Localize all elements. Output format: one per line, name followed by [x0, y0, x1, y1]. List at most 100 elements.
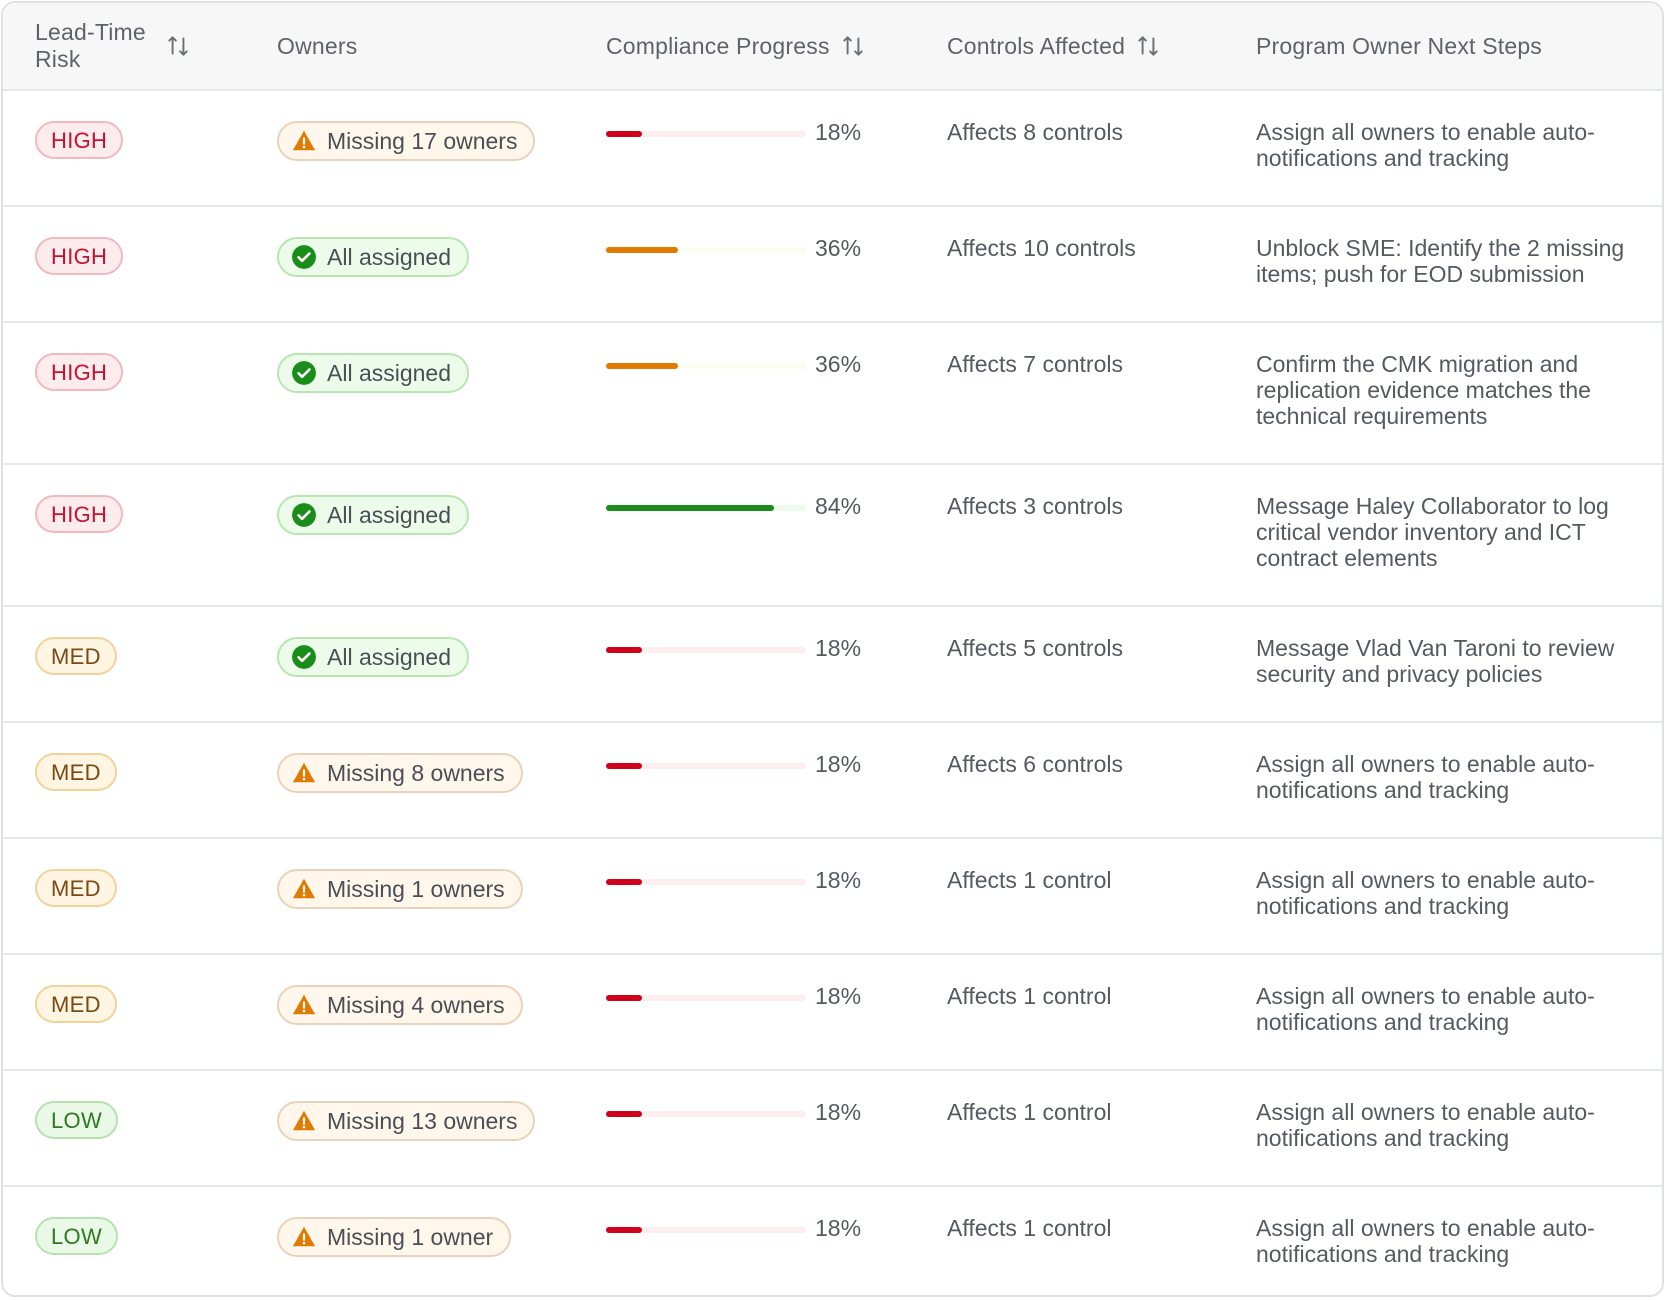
risk-badge: MED — [35, 985, 117, 1023]
compliance-progress-label: 18% — [815, 1099, 862, 1125]
column-header-owners: Owners — [277, 3, 577, 89]
controls-affected: Affects 1 control — [947, 1099, 1112, 1125]
table-row[interactable]: MED Missing 1 owners 18% Affects 1 control A… — [3, 839, 1662, 955]
controls-affected: Affects 1 control — [947, 983, 1112, 1009]
compliance-progress-bar — [606, 505, 806, 511]
compliance-progress-fill — [606, 131, 642, 137]
controls-affected: Affects 1 control — [947, 867, 1112, 893]
warning-icon — [292, 994, 316, 1015]
owners-status-badge[interactable]: All assigned — [277, 495, 470, 535]
next-step-text: Assign all owners to enable auto-notific… — [1256, 751, 1595, 803]
compliance-progress-bar — [606, 879, 806, 885]
column-header-progress[interactable]: Compliance Progress — [606, 3, 926, 89]
table-row[interactable]: LOW Missing 1 owner 18% Affects 1 control As… — [3, 1187, 1662, 1295]
compliance-progress-fill — [606, 363, 678, 369]
next-step-text: Confirm the CMK migration and replicatio… — [1256, 351, 1591, 429]
column-header-next-steps: Program Owner Next Steps — [1256, 3, 1656, 89]
risk-badge: LOW — [35, 1101, 119, 1139]
table-row[interactable]: MED All assigned 18% Affects 5 controls Mess… — [3, 607, 1662, 723]
risk-badge: HIGH — [35, 237, 124, 275]
compliance-progress-fill — [606, 247, 678, 253]
column-header-controls-label: Controls Affected — [947, 32, 1126, 59]
compliance-progress-fill — [606, 879, 642, 885]
compliance-progress-fill — [606, 647, 642, 653]
compliance-progress-fill — [606, 505, 774, 511]
sort-icon[interactable] — [1135, 33, 1161, 59]
column-header-next-steps-label: Program Owner Next Steps — [1256, 32, 1543, 59]
table-row[interactable]: MED Missing 4 owners 18% Affects 1 control A… — [3, 955, 1662, 1071]
owners-status-label: Missing 8 owners — [327, 760, 505, 786]
owners-status-label: All assigned — [327, 502, 452, 528]
warning-icon — [292, 878, 316, 899]
table-row[interactable]: LOW Missing 13 owners 18% Affects 1 control… — [3, 1071, 1662, 1187]
controls-affected: Affects 7 controls — [947, 351, 1123, 377]
table-row[interactable]: MED Missing 8 owners 18% Affects 6 controls… — [3, 723, 1662, 839]
next-step-text: Assign all owners to enable auto-notific… — [1256, 983, 1595, 1035]
column-header-risk-label: Lead-Time Risk — [35, 19, 146, 72]
owners-status-badge[interactable]: All assigned — [277, 237, 470, 277]
compliance-progress-bar — [606, 1111, 806, 1117]
table-row[interactable]: HIGH All assigned 36% Affects 10 controls Un… — [3, 207, 1662, 323]
table-row[interactable]: HIGH All assigned 84% Affects 3 controls Mes… — [3, 465, 1662, 607]
next-step-text: Message Haley Collaborator to log critic… — [1256, 493, 1609, 571]
owners-status-badge[interactable]: Missing 1 owner — [277, 1217, 512, 1257]
owners-status-badge[interactable]: Missing 13 owners — [277, 1101, 536, 1141]
table-row[interactable]: HIGH All assigned 36% Affects 7 controls Con… — [3, 323, 1662, 465]
owners-status-badge[interactable]: Missing 1 owners — [277, 869, 523, 909]
risk-badge: MED — [35, 637, 117, 675]
compliance-progress-label: 18% — [815, 1215, 862, 1241]
warning-icon — [292, 1226, 316, 1247]
owners-status-badge[interactable]: All assigned — [277, 353, 470, 393]
column-header-risk[interactable]: Lead-Time Risk — [35, 3, 255, 89]
owners-status-badge[interactable]: Missing 8 owners — [277, 753, 523, 793]
risk-badge: MED — [35, 869, 117, 907]
compliance-progress-bar — [606, 247, 806, 253]
check-circle-icon — [292, 645, 316, 669]
owners-status-label: All assigned — [327, 644, 452, 670]
risk-badge: HIGH — [35, 121, 124, 159]
controls-affected: Affects 8 controls — [947, 119, 1123, 145]
next-step-text: Message Vlad Van Taroni to review securi… — [1256, 635, 1615, 687]
risk-badge: MED — [35, 753, 117, 791]
compliance-table: Lead-Time Risk Owners Compliance Progres… — [1, 1, 1664, 1297]
compliance-progress-fill — [606, 763, 642, 769]
owners-status-badge[interactable]: All assigned — [277, 637, 470, 677]
next-step-text: Assign all owners to enable auto-notific… — [1256, 1099, 1595, 1151]
column-header-progress-label: Compliance Progress — [606, 32, 830, 59]
next-step-text: Assign all owners to enable auto-notific… — [1256, 119, 1595, 171]
column-header-controls[interactable]: Controls Affected — [947, 3, 1247, 89]
next-step-text: Assign all owners to enable auto-notific… — [1256, 867, 1595, 919]
compliance-progress-bar — [606, 647, 806, 653]
sort-icon[interactable] — [165, 33, 191, 59]
compliance-progress-label: 18% — [815, 119, 862, 145]
risk-badge: HIGH — [35, 495, 124, 533]
compliance-progress-label: 36% — [815, 351, 862, 377]
owners-status-badge[interactable]: Missing 4 owners — [277, 985, 523, 1025]
controls-affected: Affects 5 controls — [947, 635, 1123, 661]
risk-badge: HIGH — [35, 353, 124, 391]
owners-status-label: Missing 17 owners — [327, 128, 518, 154]
check-circle-icon — [292, 361, 316, 385]
owners-status-label: Missing 4 owners — [327, 992, 505, 1018]
risk-badge: LOW — [35, 1217, 119, 1255]
next-step-text: Unblock SME: Identify the 2 missing item… — [1256, 235, 1625, 287]
warning-icon — [292, 130, 316, 151]
controls-affected: Affects 1 control — [947, 1215, 1112, 1241]
owners-status-label: Missing 1 owners — [327, 876, 505, 902]
compliance-progress-fill — [606, 1227, 642, 1233]
owners-status-label: All assigned — [327, 244, 452, 270]
next-step-text: Assign all owners to enable auto-notific… — [1256, 1215, 1595, 1267]
warning-icon — [292, 1110, 316, 1131]
table-row[interactable]: HIGH Missing 17 owners 18% Affects 8 contro… — [3, 91, 1662, 207]
compliance-progress-label: 84% — [815, 493, 862, 519]
compliance-progress-fill — [606, 995, 642, 1001]
check-circle-icon — [292, 503, 316, 527]
owners-status-badge[interactable]: Missing 17 owners — [277, 121, 536, 161]
compliance-progress-bar — [606, 131, 806, 137]
sort-icon[interactable] — [840, 33, 866, 59]
compliance-progress-label: 18% — [815, 751, 862, 777]
compliance-progress-label: 18% — [815, 635, 862, 661]
compliance-progress-bar — [606, 995, 806, 1001]
controls-affected: Affects 3 controls — [947, 493, 1123, 519]
table-body: HIGH Missing 17 owners 18% Affects 8 contro… — [3, 91, 1662, 1295]
